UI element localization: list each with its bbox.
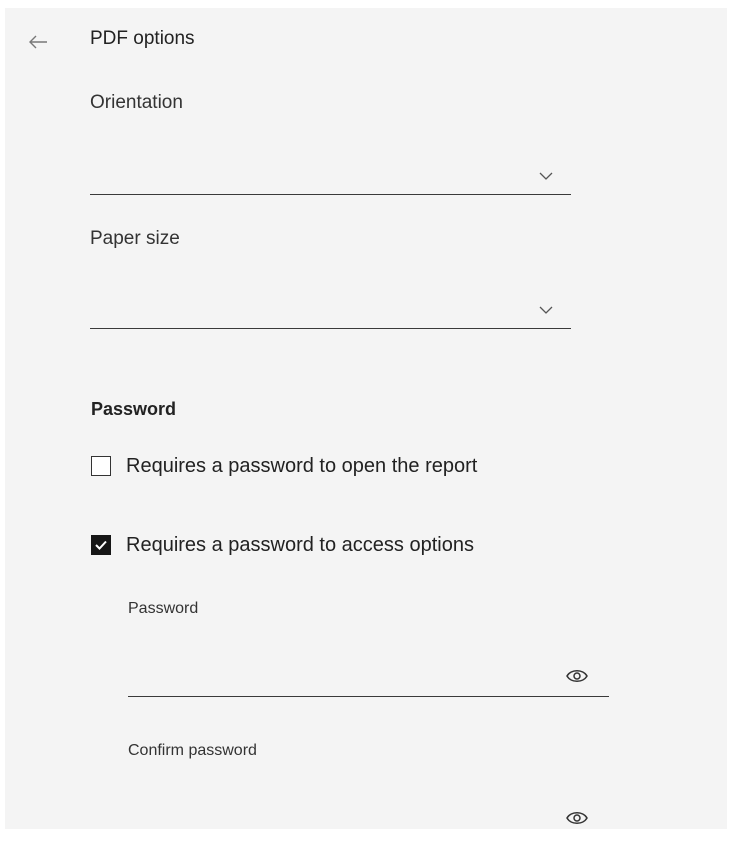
- eye-icon[interactable]: [565, 808, 589, 828]
- paper-size-select[interactable]: [90, 288, 571, 329]
- confirm-password-input[interactable]: [128, 798, 512, 829]
- password-label: Password: [128, 600, 199, 617]
- password-field-container: [128, 656, 609, 697]
- chevron-down-icon: [539, 302, 553, 314]
- require-open-password-label: Requires a password to open the report: [126, 454, 478, 477]
- pdf-options-panel: PDF options Orientation Paper size Passw…: [5, 8, 727, 829]
- confirm-password-label: Confirm password: [128, 742, 257, 759]
- checkmark-icon: [95, 540, 107, 550]
- require-options-password-checkbox[interactable]: [91, 535, 111, 555]
- paper-size-label: Paper size: [90, 228, 180, 249]
- arrow-left-icon[interactable]: [27, 32, 51, 52]
- page-title: PDF options: [90, 28, 195, 49]
- require-options-password-label: Requires a password to access options: [126, 533, 474, 556]
- password-input[interactable]: [128, 656, 512, 696]
- require-open-password-option[interactable]: Requires a password to open the report: [91, 454, 477, 478]
- require-options-password-option[interactable]: Requires a password to access options: [91, 533, 474, 557]
- confirm-password-field-container: [128, 798, 609, 829]
- orientation-label: Orientation: [90, 92, 183, 113]
- orientation-select[interactable]: [90, 154, 571, 195]
- password-section-heading: Password: [91, 399, 177, 419]
- require-open-password-checkbox[interactable]: [91, 456, 111, 476]
- chevron-down-icon: [539, 168, 553, 180]
- eye-icon[interactable]: [565, 666, 589, 686]
